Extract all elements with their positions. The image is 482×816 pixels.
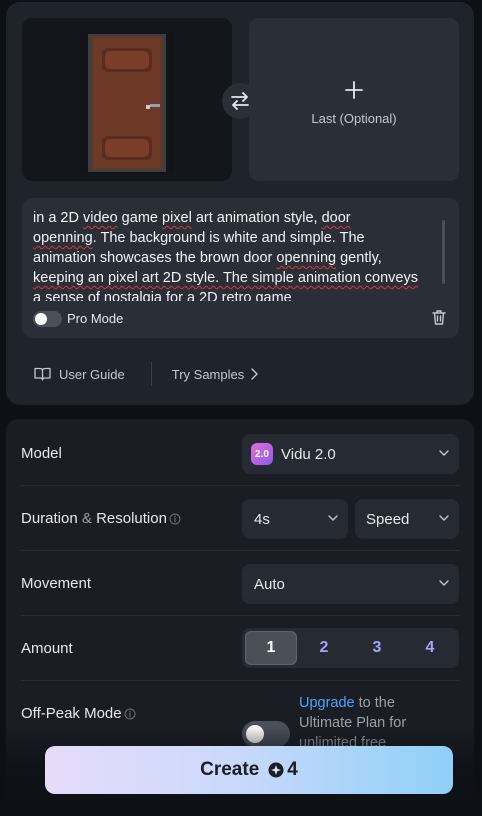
last-frame-upload[interactable]: Last (Optional) bbox=[249, 18, 459, 181]
movement-label: Movement bbox=[21, 575, 92, 592]
prompt-line: a sense of nostalgia for a 2D retro game bbox=[33, 290, 292, 301]
amount-option-2[interactable]: 2 bbox=[298, 631, 350, 665]
resolution-select[interactable]: Speed bbox=[355, 499, 459, 539]
chevron-right-icon bbox=[251, 368, 258, 380]
last-frame-label: Last (Optional) bbox=[311, 111, 397, 126]
chevron-down-icon bbox=[439, 515, 449, 521]
divider bbox=[21, 550, 460, 551]
amount-option-3[interactable]: 3 bbox=[351, 631, 403, 665]
duration-value: 4s bbox=[254, 510, 270, 528]
swap-icon bbox=[231, 92, 249, 110]
pro-mode-toggle[interactable] bbox=[33, 311, 62, 327]
model-label: Model bbox=[21, 445, 62, 462]
amount-option-4[interactable]: 4 bbox=[404, 631, 456, 665]
chevron-down-icon bbox=[439, 450, 449, 456]
try-samples-label: Try Samples bbox=[171, 366, 245, 382]
credit-icon bbox=[268, 762, 284, 778]
create-button[interactable]: Create 4 bbox=[45, 746, 453, 794]
input-card: Last (Optional) in a 2D video game pixel… bbox=[6, 2, 474, 405]
prompt-line: animation showcases the brown door openn… bbox=[33, 250, 382, 266]
info-icon[interactable] bbox=[169, 513, 181, 525]
divider bbox=[21, 680, 460, 681]
model-value: Vidu 2.0 bbox=[281, 445, 336, 463]
toggle-knob bbox=[35, 313, 47, 325]
movement-select[interactable]: Auto bbox=[242, 564, 459, 604]
upgrade-link[interactable]: Upgrade bbox=[299, 695, 355, 711]
first-frame-image[interactable] bbox=[22, 18, 232, 181]
plus-icon bbox=[345, 81, 363, 99]
prompt-line: in a 2D video game pixel art animation s… bbox=[33, 210, 351, 226]
model-select[interactable]: 2.0 Vidu 2.0 bbox=[242, 434, 459, 474]
offpeak-label: Off-Peak Mode bbox=[21, 705, 136, 722]
divider bbox=[21, 485, 460, 486]
duration-select[interactable]: 4s bbox=[242, 499, 348, 539]
book-icon bbox=[34, 367, 51, 381]
amount-option-1[interactable]: 1 bbox=[245, 631, 297, 665]
chevron-down-icon bbox=[328, 515, 338, 521]
divider bbox=[150, 362, 152, 386]
create-cost: 4 bbox=[287, 759, 298, 780]
user-guide-label: User Guide bbox=[59, 366, 125, 382]
prompt-line: keeping an pixel art 2D style. The simpl… bbox=[33, 270, 418, 286]
help-links: User Guide Try Samples bbox=[34, 362, 258, 386]
prompt-line: openning. The background is white and si… bbox=[33, 230, 365, 246]
user-guide-link[interactable]: User Guide bbox=[34, 367, 125, 382]
resolution-value: Speed bbox=[366, 510, 410, 528]
amount-label: Amount bbox=[21, 640, 73, 657]
info-icon[interactable] bbox=[124, 708, 136, 720]
prompt-textarea[interactable]: in a 2D video game pixel art animation s… bbox=[22, 198, 459, 338]
try-samples-link[interactable]: Try Samples bbox=[172, 367, 258, 382]
vidu-logo-icon: 2.0 bbox=[251, 443, 273, 465]
movement-value: Auto bbox=[254, 575, 285, 593]
amount-selector: 1 2 3 4 bbox=[242, 628, 459, 668]
trash-icon[interactable] bbox=[431, 309, 447, 326]
prompt-scrollbar[interactable] bbox=[442, 220, 445, 284]
door-pixel-art bbox=[80, 32, 174, 174]
duration-resolution-label: Duration & Resolution bbox=[21, 510, 181, 527]
chevron-down-icon bbox=[439, 580, 449, 586]
create-label: Create bbox=[200, 759, 260, 780]
prompt-text[interactable]: in a 2D video game pixel art animation s… bbox=[33, 208, 438, 301]
pro-mode-label: Pro Mode bbox=[67, 311, 124, 326]
divider bbox=[21, 615, 460, 616]
